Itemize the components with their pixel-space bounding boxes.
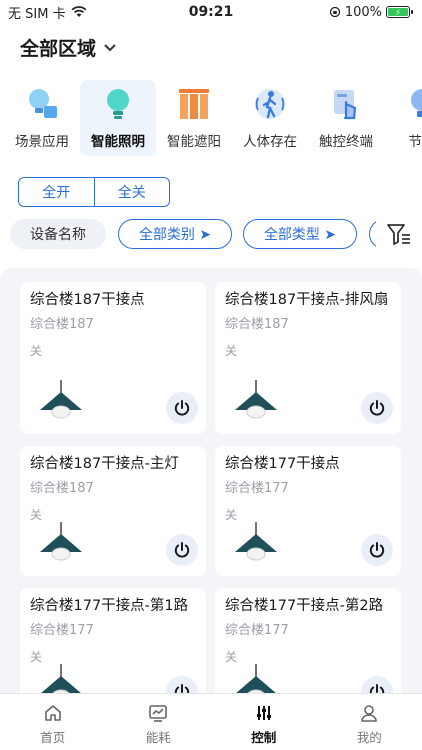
pendant-lamp-icon (40, 380, 82, 419)
power-icon (369, 400, 385, 416)
region-selector[interactable]: 全部区域 (20, 34, 116, 61)
category-filter[interactable]: 全部类别 ➤ (118, 219, 232, 249)
device-name: 综合楼177干接点-第2路 (225, 598, 384, 614)
category-lighting[interactable]: 智能照明 (80, 80, 156, 156)
category-touch-terminal[interactable]: 触控终端 (308, 80, 384, 156)
curtain-icon (176, 86, 212, 122)
energy-icon (404, 86, 422, 122)
device-name: 综合楼177干接点-第1路 (30, 598, 189, 614)
device-location: 综合楼177 (225, 481, 289, 496)
device-name: 综合楼187干接点-主灯 (30, 456, 179, 472)
control-sliders-icon (256, 706, 271, 720)
device-state: 关 (225, 344, 238, 358)
power-button[interactable] (166, 534, 198, 566)
device-location: 综合楼187 (30, 317, 94, 332)
tab-profile[interactable]: 我的 (317, 694, 422, 750)
chevron-down-icon (104, 43, 116, 51)
power-icon (174, 400, 190, 416)
pendant-lamp-icon (235, 522, 277, 561)
device-location: 综合楼177 (30, 623, 94, 638)
category-scene[interactable]: 场景应用 (4, 80, 80, 156)
device-card[interactable]: 综合楼177干接点-第1路 综合楼177 关 (20, 588, 206, 698)
category-energy[interactable]: 节能 (384, 80, 422, 156)
scene-icon (24, 86, 60, 122)
device-name: 综合楼177干接点 (225, 456, 340, 472)
device-location: 综合楼187 (225, 317, 289, 332)
type-filter[interactable]: 全部类型 ➤ (243, 219, 357, 249)
filter-row: 设备名称 全部类别 ➤ 全部类型 ➤ (0, 219, 422, 251)
category-presence[interactable]: 人体存在 (232, 80, 308, 156)
device-name-filter[interactable]: 设备名称 (10, 219, 106, 249)
person-presence-icon (252, 86, 288, 122)
power-icon (174, 542, 190, 558)
device-state: 关 (30, 344, 43, 358)
category-shading[interactable]: 智能遮阳 (156, 80, 232, 156)
user-icon (361, 705, 378, 722)
bulb-icon (100, 86, 136, 122)
device-card[interactable]: 综合楼177干接点 综合楼177 关 (215, 446, 401, 576)
wifi-icon (71, 6, 87, 17)
device-card[interactable]: 综合楼187干接点 综合楼187 关 (20, 282, 206, 434)
switch-all-segment: 全开 全关 (18, 177, 170, 207)
device-location: 综合楼187 (30, 481, 94, 496)
tab-energy[interactable]: 能耗 (106, 694, 212, 750)
pendant-lamp-icon (235, 380, 277, 419)
device-name: 综合楼187干接点-排风扇 (225, 292, 389, 308)
power-button[interactable] (361, 534, 393, 566)
pendant-lamp-icon (40, 522, 82, 561)
power-button[interactable] (166, 392, 198, 424)
device-location: 综合楼177 (225, 623, 289, 638)
category-strip: 场景应用 智能照明 智能遮阳 人体存在 触控终端 节 (0, 80, 422, 160)
region-title: 全部区域 (20, 38, 97, 60)
device-state: 关 (30, 508, 43, 522)
device-name: 综合楼187干接点 (30, 292, 145, 308)
device-card[interactable]: 综合楼187干接点-主灯 综合楼187 关 (20, 446, 206, 576)
device-state: 关 (30, 650, 43, 664)
orientation-lock-icon (329, 6, 340, 18)
device-state: 关 (225, 508, 238, 522)
device-grid: 综合楼187干接点 综合楼187 关 综合楼187干接点-排风扇 综合楼187 … (0, 268, 422, 698)
device-card[interactable]: 综合楼177干接点-第2路 综合楼177 关 (215, 588, 401, 698)
home-icon (44, 705, 61, 721)
power-button[interactable] (361, 392, 393, 424)
filter-icon (387, 224, 410, 245)
energy-chart-icon (149, 705, 168, 722)
power-icon (369, 542, 385, 558)
status-bar: 无 SIM 卡 09:21 100% ⚡ (0, 0, 422, 24)
tab-home[interactable]: 首页 (0, 694, 106, 750)
battery-percent: 100% (344, 4, 382, 20)
filter-button[interactable] (376, 219, 422, 251)
all-on-button[interactable]: 全开 (19, 178, 94, 206)
battery-icon: ⚡ (386, 6, 413, 18)
device-state: 关 (225, 650, 238, 664)
tab-control[interactable]: 控制 (211, 694, 317, 750)
carrier-label: 无 SIM 卡 (8, 6, 66, 22)
all-off-button[interactable]: 全关 (93, 178, 170, 206)
bottom-tab-bar: 首页 能耗 控制 我的 (0, 693, 422, 750)
device-card[interactable]: 综合楼187干接点-排风扇 综合楼187 关 (215, 282, 401, 434)
touch-terminal-icon (328, 86, 364, 122)
